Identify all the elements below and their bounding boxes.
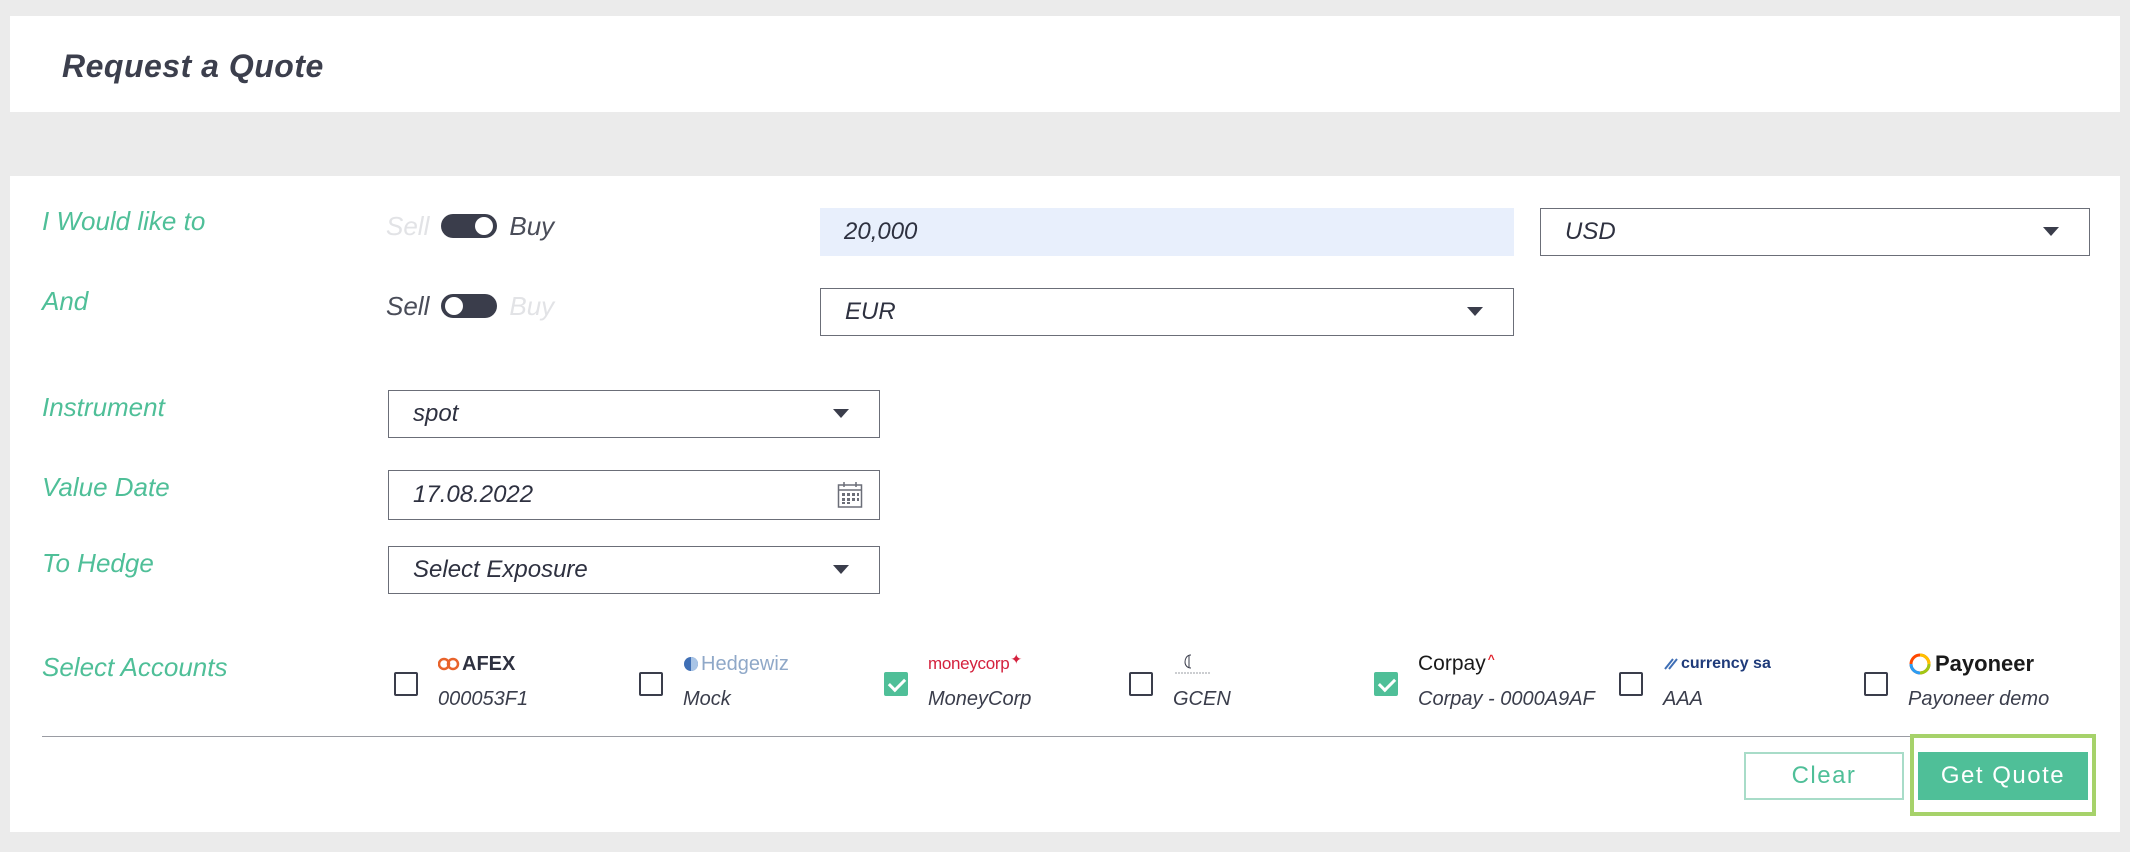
chevron-down-icon	[833, 409, 849, 418]
account-checkbox[interactable]	[1864, 672, 1888, 696]
would-like-to-label: I Would like to	[42, 206, 206, 236]
chevron-down-icon	[2043, 227, 2059, 236]
currency-value-2: EUR	[845, 298, 896, 325]
moneycorp-logo-text: moneycorp	[928, 654, 1010, 673]
gcen-logo	[1173, 650, 1213, 678]
account-checkbox[interactable]	[639, 672, 663, 696]
account-moneycorp[interactable]: moneycorp ✦ MoneyCorp	[870, 650, 1090, 730]
afex-icon	[438, 657, 460, 671]
account-name: Payoneer demo	[1908, 688, 2050, 710]
corpay-logo: Corpay ^	[1418, 650, 1495, 678]
exposure-select[interactable]: Select Exposure	[388, 546, 880, 594]
account-gcen[interactable]: GCEN	[1115, 650, 1335, 730]
instrument-select[interactable]: spot	[388, 390, 880, 438]
page-title: Request a Quote	[62, 48, 324, 84]
sparkle-icon: ✦	[1010, 650, 1023, 667]
account-checkbox[interactable]	[1129, 672, 1153, 696]
payoneer-logo: Payoneer	[1908, 650, 2034, 678]
currency-select-2[interactable]: EUR	[820, 288, 1514, 336]
account-checkbox[interactable]	[1374, 672, 1398, 696]
gcen-icon	[1175, 654, 1211, 674]
buy-sell-toggle-2[interactable]: Sell Buy	[386, 286, 554, 326]
quote-form: I Would like to Sell Buy 20,000 USD And …	[10, 176, 2120, 832]
value-date-input[interactable]: 17.08.2022	[388, 470, 880, 520]
value-date-label: Value Date	[42, 472, 170, 502]
toggle-buy-label: Buy	[509, 210, 555, 241]
toggle-sell-label: Sell	[386, 210, 430, 241]
amount-value: 20,000	[844, 218, 918, 245]
moneycorp-logo: moneycorp ✦	[928, 650, 1022, 678]
toggle-switch[interactable]	[441, 214, 498, 238]
account-name: AAA	[1663, 688, 1704, 710]
amount-input[interactable]: 20,000	[820, 208, 1514, 256]
to-hedge-label: To Hedge	[42, 548, 154, 578]
hedgewiz-logo: Hedgewiz	[683, 650, 789, 678]
hedgewiz-logo-text: Hedgewiz	[701, 652, 789, 675]
header-card: Request a Quote	[10, 16, 2120, 112]
exposure-value: Select Exposure	[413, 556, 588, 583]
account-payoneer[interactable]: Payoneer Payoneer demo	[1850, 650, 2070, 730]
toggle-switch[interactable]	[441, 294, 498, 318]
corpay-logo-text: Corpay	[1418, 652, 1486, 675]
instrument-value: spot	[413, 400, 459, 427]
currency-sa-icon	[1664, 658, 1678, 670]
account-afex[interactable]: AFEX 000053F1	[380, 650, 600, 730]
chevron-down-icon	[833, 565, 849, 574]
currency-sa-logo: currency sa	[1663, 650, 1771, 678]
caret-up-icon: ^	[1487, 652, 1495, 666]
payoneer-icon	[1909, 653, 1931, 675]
account-hedgewiz[interactable]: Hedgewiz Mock	[625, 650, 845, 730]
toggle-buy-label: Buy	[509, 290, 555, 321]
account-currency-sa[interactable]: currency sa AAA	[1605, 650, 1825, 730]
chevron-down-icon	[1467, 307, 1483, 316]
value-date-value: 17.08.2022	[413, 481, 534, 508]
account-name: Corpay - 0000A9AF	[1418, 688, 1595, 710]
currency-value-1: USD	[1565, 218, 1616, 245]
toggle-sell-label: Sell	[386, 290, 430, 321]
get-quote-button[interactable]: Get Quote	[1918, 752, 2088, 800]
account-name: 000053F1	[438, 688, 529, 710]
clear-button[interactable]: Clear	[1744, 752, 1904, 800]
instrument-label: Instrument	[42, 392, 165, 422]
and-label: And	[42, 286, 89, 316]
account-name: Mock	[683, 688, 731, 710]
currency-select-1[interactable]: USD	[1540, 208, 2090, 256]
account-checkbox[interactable]	[394, 672, 418, 696]
account-name: GCEN	[1173, 688, 1231, 710]
calendar-icon[interactable]	[837, 481, 863, 509]
afex-logo: AFEX	[438, 650, 515, 678]
hedgewiz-icon	[684, 657, 698, 671]
account-corpay[interactable]: Corpay ^ Corpay - 0000A9AF	[1360, 650, 1595, 730]
currency-sa-logo-text: currency sa	[1681, 655, 1771, 672]
buy-sell-toggle-1[interactable]: Sell Buy	[386, 206, 554, 246]
select-accounts-label: Select Accounts	[42, 652, 228, 682]
account-checkbox[interactable]	[884, 672, 908, 696]
account-name: MoneyCorp	[928, 688, 1032, 710]
account-checkbox[interactable]	[1619, 672, 1643, 696]
payoneer-logo-text: Payoneer	[1935, 651, 2035, 676]
afex-logo-text: AFEX	[462, 652, 516, 675]
